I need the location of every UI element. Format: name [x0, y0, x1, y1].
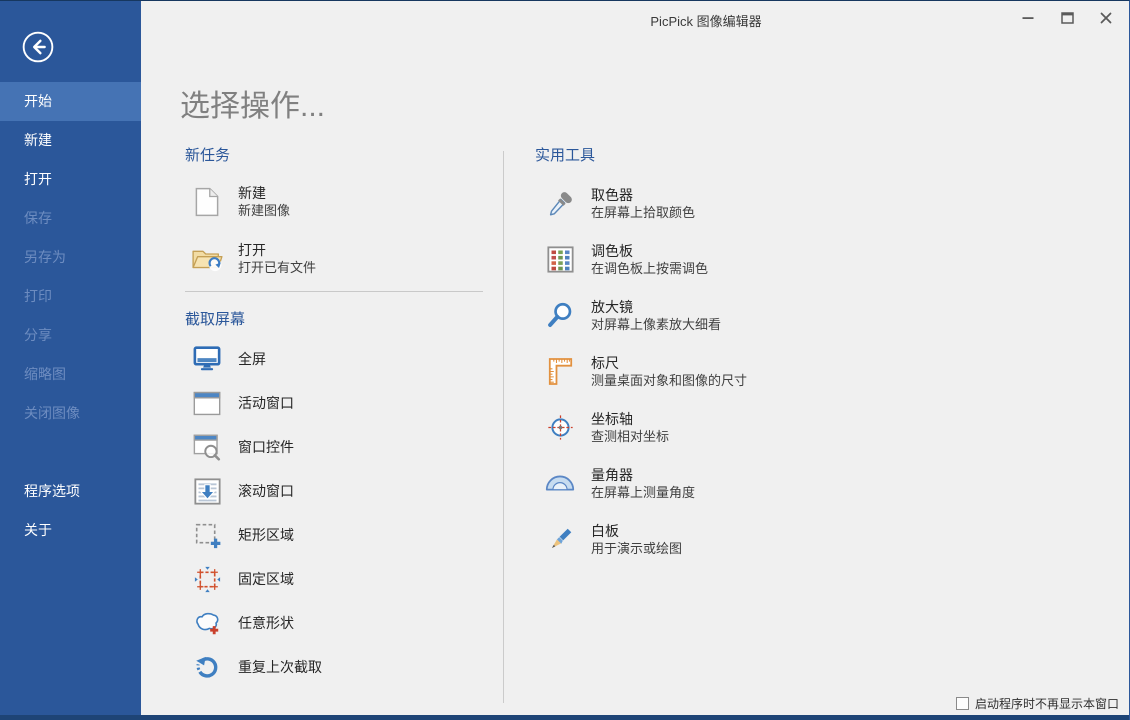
- tool-text: 量角器 在屏幕上测量角度: [591, 466, 695, 501]
- sidebar-nav: 开始 新建 打开 保存 另存为 打印 分享 缩略图 关闭图像: [0, 82, 141, 433]
- tool-magnifier[interactable]: 放大镜 对屏幕上像素放大细看: [543, 298, 721, 333]
- whiteboard-icon: [543, 526, 577, 553]
- repeat-capture-icon: [190, 654, 224, 681]
- sidebar-footer: 程序选项 关于: [0, 472, 141, 550]
- startup-hide-label: 启动程序时不再显示本窗口: [975, 695, 1119, 712]
- app-window: PicPick 图像编辑器 开始 新建 打开 保存: [0, 0, 1130, 720]
- startup-hide-checkbox[interactable]: [956, 697, 969, 710]
- sidebar-item-open[interactable]: 打开: [0, 160, 141, 199]
- sidebar-item-start[interactable]: 开始: [0, 82, 141, 121]
- window-title: PicPick 图像编辑器: [650, 11, 761, 30]
- sidebar-item-close-image: 关闭图像: [0, 394, 141, 433]
- open-file-icon: [190, 245, 224, 272]
- close-icon: [1100, 12, 1112, 24]
- tool-whiteboard[interactable]: 白板 用于演示或绘图: [543, 522, 682, 557]
- action-new-image[interactable]: 新建 新建图像: [190, 184, 290, 219]
- rectangle-region-icon: [190, 522, 224, 549]
- sidebar-item-new[interactable]: 新建: [0, 121, 141, 160]
- action-text: 新建 新建图像: [238, 184, 290, 219]
- window-controls: [1013, 6, 1121, 30]
- back-arrow-icon: [21, 30, 55, 64]
- capture-active-window[interactable]: 活动窗口: [190, 388, 294, 418]
- sidebar: 开始 新建 打开 保存 另存为 打印 分享 缩略图 关闭图像 程序选项 关于: [0, 1, 141, 716]
- capture-window-control[interactable]: 窗口控件: [190, 432, 294, 462]
- capture-repeat-last[interactable]: 重复上次截取: [190, 652, 322, 682]
- tool-text: 取色器 在屏幕上拾取颜色: [591, 186, 695, 221]
- capture-fixed-region[interactable]: 固定区域: [190, 564, 294, 594]
- section-title-screen-capture: 截取屏幕: [185, 308, 245, 329]
- sidebar-item-save: 保存: [0, 199, 141, 238]
- tool-text: 调色板 在调色板上按需调色: [591, 242, 708, 277]
- tool-crosshair[interactable]: 坐标轴 查测相对坐标: [543, 410, 669, 445]
- sidebar-item-thumbnail: 缩略图: [0, 355, 141, 394]
- ruler-icon: [543, 357, 577, 386]
- action-open-file[interactable]: 打开 打开已有文件: [190, 241, 316, 276]
- tool-text: 坐标轴 查测相对坐标: [591, 410, 669, 445]
- sidebar-item-print: 打印: [0, 277, 141, 316]
- protractor-icon: [543, 475, 577, 492]
- freehand-region-icon: [190, 611, 224, 636]
- crosshair-icon: [543, 414, 577, 441]
- tool-text: 放大镜 对屏幕上像素放大细看: [591, 298, 721, 333]
- maximize-button[interactable]: [1052, 6, 1082, 30]
- tool-text: 白板 用于演示或绘图: [591, 522, 682, 557]
- color-palette-icon: [543, 246, 577, 273]
- back-button[interactable]: [20, 29, 56, 65]
- section-title-new-task: 新任务: [185, 144, 230, 165]
- tool-ruler[interactable]: 标尺 测量桌面对象和图像的尺寸: [543, 354, 747, 389]
- tool-text: 标尺 测量桌面对象和图像的尺寸: [591, 354, 747, 389]
- magnifier-icon: [543, 302, 577, 329]
- window-control-icon: [190, 434, 224, 461]
- tool-protractor[interactable]: 量角器 在屏幕上测量角度: [543, 466, 695, 501]
- sidebar-item-share: 分享: [0, 316, 141, 355]
- minimize-icon: [1022, 12, 1034, 24]
- capture-scrolling-window[interactable]: 滚动窗口: [190, 476, 294, 506]
- action-text: 打开 打开已有文件: [238, 241, 316, 276]
- fullscreen-icon: [190, 346, 224, 372]
- new-image-icon: [190, 187, 224, 217]
- sidebar-item-about[interactable]: 关于: [0, 511, 141, 550]
- tool-color-picker[interactable]: 取色器 在屏幕上拾取颜色: [543, 186, 695, 221]
- scrolling-window-icon: [190, 478, 224, 505]
- tool-color-palette[interactable]: 调色板 在调色板上按需调色: [543, 242, 708, 277]
- column-divider: [503, 151, 504, 703]
- capture-rectangle-region[interactable]: 矩形区域: [190, 520, 294, 550]
- capture-freehand-region[interactable]: 任意形状: [190, 608, 294, 638]
- sidebar-item-options[interactable]: 程序选项: [0, 472, 141, 511]
- color-picker-icon: [543, 190, 577, 217]
- close-button[interactable]: [1091, 6, 1121, 30]
- minimize-button[interactable]: [1013, 6, 1043, 30]
- page-title: 选择操作...: [180, 81, 325, 125]
- titlebar: PicPick 图像编辑器: [141, 1, 1129, 35]
- active-window-icon: [190, 391, 224, 416]
- capture-fullscreen[interactable]: 全屏: [190, 344, 266, 374]
- fixed-region-icon: [190, 566, 224, 593]
- sidebar-item-save-as: 另存为: [0, 238, 141, 277]
- section-title-utilities: 实用工具: [535, 144, 595, 165]
- window-bottom-border: [0, 715, 1129, 720]
- horizontal-divider: [185, 291, 483, 292]
- maximize-icon: [1061, 12, 1074, 24]
- startup-hide-option[interactable]: 启动程序时不再显示本窗口: [956, 695, 1119, 712]
